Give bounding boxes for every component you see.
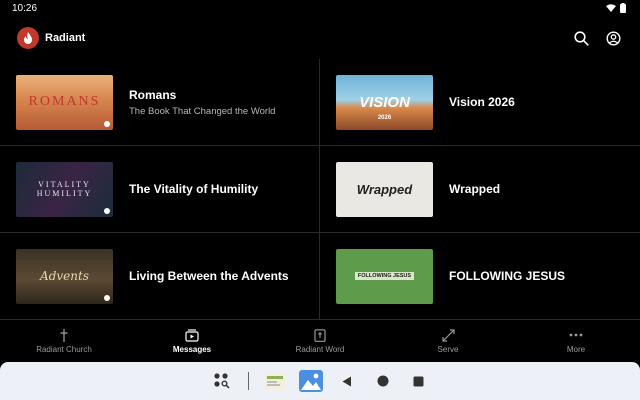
home-button[interactable] bbox=[365, 366, 401, 396]
taskbar-app-1[interactable] bbox=[257, 366, 293, 396]
card-title: Romans bbox=[129, 87, 177, 102]
nav-label: More bbox=[566, 345, 586, 354]
radiant-badge-icon bbox=[104, 207, 110, 214]
nav-radiant-word[interactable]: Radiant Word bbox=[256, 320, 384, 362]
thumbnail-vision: VISION 2026 bbox=[336, 74, 433, 130]
recents-button[interactable] bbox=[401, 366, 437, 396]
status-time: 10:26 bbox=[12, 2, 38, 14]
taskbar-app-2[interactable] bbox=[293, 366, 329, 396]
app-drawer-button[interactable] bbox=[204, 366, 240, 396]
messages-grid: ROMANS Romans The Book That Changed the … bbox=[0, 59, 640, 319]
card-title: Vision 2026 bbox=[449, 95, 515, 109]
message-card-vitality-of-humility[interactable]: VITALITY HUMILITY The Vitality of Humili… bbox=[0, 146, 320, 233]
nav-label: Radiant Word bbox=[295, 345, 345, 354]
message-card-vision-2026[interactable]: VISION 2026 Vision 2026 bbox=[320, 59, 640, 146]
card-title: Wrapped bbox=[449, 182, 501, 196]
message-card-wrapped[interactable]: Wrapped Wrapped bbox=[320, 146, 640, 233]
arrows-icon bbox=[441, 328, 455, 342]
status-bar: 10:26 bbox=[0, 0, 640, 16]
battery-icon bbox=[620, 3, 626, 13]
thumbnail-text: ROMANS bbox=[28, 94, 101, 109]
thumbnail-vitality: VITALITY HUMILITY bbox=[16, 161, 113, 217]
wifi-icon bbox=[606, 4, 616, 12]
nav-serve[interactable]: Serve bbox=[384, 320, 512, 362]
app-title: Radiant bbox=[45, 32, 86, 44]
nav-label: Serve bbox=[437, 345, 459, 354]
message-card-living-between-the-advents[interactable]: Advents Living Between the Advents bbox=[0, 233, 320, 319]
thumbnail-subtext: 2026 bbox=[377, 114, 392, 121]
nav-radiant-church[interactable]: Radiant Church bbox=[0, 320, 128, 362]
card-title: Living Between the Advents bbox=[129, 269, 289, 283]
card-subtitle: The Book That Changed the World bbox=[129, 105, 276, 117]
recents-icon bbox=[413, 376, 424, 386]
radiant-badge-icon bbox=[104, 120, 110, 127]
thumbnail-advents: Advents bbox=[16, 248, 113, 304]
status-icons bbox=[606, 3, 626, 13]
radiant-logo-icon bbox=[17, 27, 39, 49]
play-stack-icon bbox=[185, 328, 199, 342]
thumbnail-wrapped: Wrapped bbox=[336, 161, 433, 217]
cross-icon bbox=[60, 328, 68, 342]
system-navigation-bar bbox=[0, 362, 640, 400]
bible-icon bbox=[314, 328, 326, 342]
nav-label: Radiant Church bbox=[36, 345, 92, 354]
back-button[interactable] bbox=[329, 366, 365, 396]
gallery-icon bbox=[298, 370, 323, 392]
thumbnail-text: Wrapped bbox=[356, 181, 413, 197]
nav-more[interactable]: More bbox=[512, 320, 640, 362]
card-title: FOLLOWING JESUS bbox=[449, 269, 566, 283]
home-icon bbox=[377, 375, 388, 387]
thumbnail-text: VISION bbox=[359, 93, 410, 111]
bottom-navigation: Radiant Church Messages Radiant Word Ser… bbox=[0, 319, 640, 362]
back-icon bbox=[342, 376, 351, 386]
message-card-romans[interactable]: ROMANS Romans The Book That Changed the … bbox=[0, 59, 320, 146]
search-icon bbox=[573, 30, 589, 46]
thumbnail-text: FOLLOWING JESUS bbox=[354, 272, 415, 280]
account-icon bbox=[605, 30, 621, 46]
search-button[interactable] bbox=[571, 28, 591, 48]
app-bar: Radiant bbox=[0, 18, 640, 58]
taskbar-divider bbox=[247, 372, 249, 390]
radiant-badge-icon bbox=[104, 294, 110, 301]
nav-label: Messages bbox=[172, 345, 212, 354]
nav-messages[interactable]: Messages bbox=[128, 320, 256, 362]
thumbnail-text: VITALITY HUMILITY bbox=[36, 180, 93, 198]
card-title: The Vitality of Humility bbox=[129, 182, 259, 196]
account-button[interactable] bbox=[603, 28, 623, 48]
message-card-following-jesus[interactable]: FOLLOWING JESUS FOLLOWING JESUS bbox=[320, 233, 640, 319]
thumbnail-following-jesus: FOLLOWING JESUS bbox=[336, 248, 433, 304]
more-icon bbox=[569, 333, 583, 337]
app-thumbnail-icon bbox=[264, 373, 285, 389]
app-drawer-search-icon bbox=[213, 373, 230, 389]
thumbnail-romans: ROMANS bbox=[16, 74, 113, 130]
thumbnail-text: Advents bbox=[40, 269, 89, 283]
